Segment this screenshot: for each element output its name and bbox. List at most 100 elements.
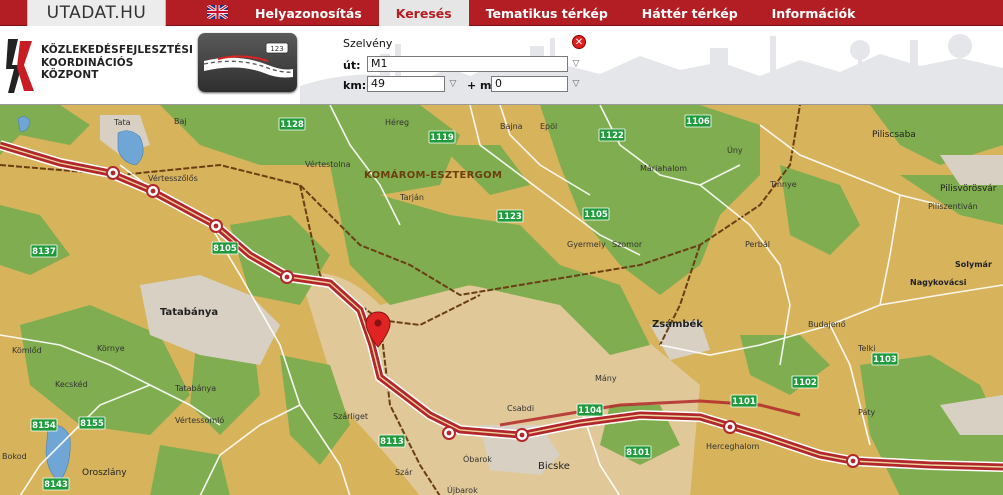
road-label: út: xyxy=(343,59,361,72)
close-icon[interactable]: ✕ xyxy=(572,35,586,49)
svg-text:8137: 8137 xyxy=(32,247,56,257)
km-label: km: xyxy=(343,79,367,92)
svg-text:Szárliget: Szárliget xyxy=(333,412,368,421)
logo-line-1: KÖZLEKEDÉSFEJLESZTÉSI xyxy=(41,44,194,56)
uk-flag-icon[interactable] xyxy=(207,5,228,19)
svg-text:Szár: Szár xyxy=(395,468,413,477)
road-shield: 8113 xyxy=(378,434,406,448)
svg-text:Oroszlány: Oroszlány xyxy=(82,468,127,478)
svg-text:Úny: Úny xyxy=(727,144,743,155)
svg-text:Tarján: Tarján xyxy=(399,193,424,202)
svg-text:Nagykovácsi: Nagykovácsi xyxy=(910,278,967,287)
road-shield: 1123 xyxy=(496,209,524,223)
nav-item-tematikus-terkep[interactable]: Tematikus térkép xyxy=(469,0,625,26)
nav-item-informaciok[interactable]: Információk xyxy=(755,0,873,26)
road-shield: 1102 xyxy=(791,375,819,389)
logo-line-2: KOORDINÁCIÓS xyxy=(41,56,134,69)
km-input[interactable]: 49 xyxy=(367,76,445,92)
svg-text:Telki: Telki xyxy=(857,344,876,353)
svg-text:1101: 1101 xyxy=(732,397,756,407)
svg-text:8154: 8154 xyxy=(32,421,56,431)
road-section-thumbnail[interactable]: 123 xyxy=(198,33,297,92)
kkk-logo-icon xyxy=(6,39,34,93)
m-dropdown-icon[interactable]: ▽ xyxy=(570,79,582,89)
svg-text:Máriahalom: Máriahalom xyxy=(640,164,687,173)
city-label: Zsámbék xyxy=(652,318,703,330)
svg-text:8143: 8143 xyxy=(44,480,68,490)
svg-text:Csabdi: Csabdi xyxy=(507,404,534,413)
svg-text:Páty: Páty xyxy=(858,408,876,417)
brand-title: UTADAT.HU xyxy=(46,3,147,23)
svg-text:Budajenő: Budajenő xyxy=(808,320,846,329)
svg-text:Tinnye: Tinnye xyxy=(769,180,797,189)
svg-text:Tatabánya: Tatabánya xyxy=(174,384,216,393)
svg-text:1119: 1119 xyxy=(430,133,454,143)
svg-text:Pilisvörösvár: Pilisvörösvár xyxy=(940,184,997,194)
search-form-title: Szelvény xyxy=(343,37,393,50)
road-shield: 8155 xyxy=(78,416,106,430)
road-shield: 1103 xyxy=(871,352,899,366)
svg-text:Vértesszőlős: Vértesszőlős xyxy=(148,173,198,183)
svg-text:Kömlőd: Kömlőd xyxy=(12,346,42,355)
svg-text:1104: 1104 xyxy=(578,406,602,416)
svg-text:Herceghalom: Herceghalom xyxy=(706,442,760,451)
svg-text:Bokod: Bokod xyxy=(2,452,27,461)
road-shield: 1119 xyxy=(428,130,456,144)
svg-text:Solymár: Solymár xyxy=(955,260,992,269)
road-shield: 1101 xyxy=(730,394,758,408)
svg-text:Vértessomló: Vértessomló xyxy=(175,415,224,425)
road-shield: 1105 xyxy=(582,207,610,221)
road-shield: 1106 xyxy=(684,114,712,128)
svg-text:Óbarok: Óbarok xyxy=(463,453,492,464)
road-dropdown-icon[interactable]: ▽ xyxy=(570,59,582,69)
svg-text:Baj: Baj xyxy=(174,117,187,126)
svg-text:1123: 1123 xyxy=(498,212,522,222)
road-shield: 8143 xyxy=(42,477,70,491)
logo-line-3: KÖZPONT xyxy=(41,69,99,81)
brand-tab[interactable]: UTADAT.HU xyxy=(27,0,166,27)
city-label: Tatabánya xyxy=(160,306,218,318)
nav-item-helyazonositas[interactable]: Helyazonosítás xyxy=(238,0,379,26)
road-shield: 1128 xyxy=(278,117,306,131)
svg-text:1103: 1103 xyxy=(873,355,897,365)
road-thumbnail-icon: 123 xyxy=(203,42,294,78)
search-form: Szelvény ✕ út: M1 ▽ km: 49 ▽ + m: 0 ▽ xyxy=(343,34,593,96)
svg-text:Szomor: Szomor xyxy=(612,240,643,249)
svg-text:Epöl: Epöl xyxy=(540,122,557,131)
app-window: UTADAT.HU Helyazonosítás Keresés Tematik… xyxy=(0,0,1003,495)
svg-text:Piliszentiván: Piliszentiván xyxy=(928,202,978,211)
km-dropdown-icon[interactable]: ▽ xyxy=(447,79,459,89)
road-shield: 1104 xyxy=(576,403,604,417)
svg-text:8113: 8113 xyxy=(380,437,404,447)
svg-text:8105: 8105 xyxy=(213,244,237,254)
svg-text:Újbarok: Újbarok xyxy=(447,484,478,495)
road-shield: 8137 xyxy=(30,244,58,258)
svg-text:Perbál: Perbál xyxy=(745,240,770,249)
m-input[interactable]: 0 xyxy=(491,76,568,92)
county-label: KOMÁROM-ESZTERGOM xyxy=(364,168,502,181)
svg-text:1105: 1105 xyxy=(584,210,608,220)
nav-item-kereses[interactable]: Keresés xyxy=(378,0,469,26)
svg-text:Környe: Környe xyxy=(97,344,125,353)
map-canvas[interactable]: 1128 1119 1122 1106 1123 1105 8105 8137 … xyxy=(0,105,1003,495)
nav-item-hatter-terkep[interactable]: Háttér térkép xyxy=(625,0,755,26)
svg-text:Bicske: Bicske xyxy=(538,461,570,472)
main-nav: Helyazonosítás Keresés Tematikus térkép … xyxy=(238,0,872,26)
map-view[interactable]: 1128 1119 1122 1106 1123 1105 8105 8137 … xyxy=(0,104,1003,495)
thumb-sign-number: 123 xyxy=(270,45,283,53)
svg-text:Mány: Mány xyxy=(595,374,617,383)
svg-text:Vértestolna: Vértestolna xyxy=(305,159,351,169)
road-shield: 1122 xyxy=(598,128,626,142)
road-input[interactable]: M1 xyxy=(367,56,568,72)
svg-text:Kecskéd: Kecskéd xyxy=(55,379,88,389)
svg-text:8101: 8101 xyxy=(626,448,650,458)
road-shield: 8105 xyxy=(211,241,239,255)
logo-text: KÖZLEKEDÉSFEJLESZTÉSI KOORDINÁCIÓS KÖZPO… xyxy=(41,44,193,82)
svg-text:1102: 1102 xyxy=(793,378,817,388)
svg-text:Bajna: Bajna xyxy=(500,122,523,131)
svg-text:Tata: Tata xyxy=(113,118,131,127)
svg-text:8155: 8155 xyxy=(80,419,104,429)
header-panel: KÖZLEKEDÉSFEJLESZTÉSI KOORDINÁCIÓS KÖZPO… xyxy=(0,26,1003,104)
road-shield: 8154 xyxy=(30,418,58,432)
svg-text:Gyermely: Gyermely xyxy=(567,240,606,249)
